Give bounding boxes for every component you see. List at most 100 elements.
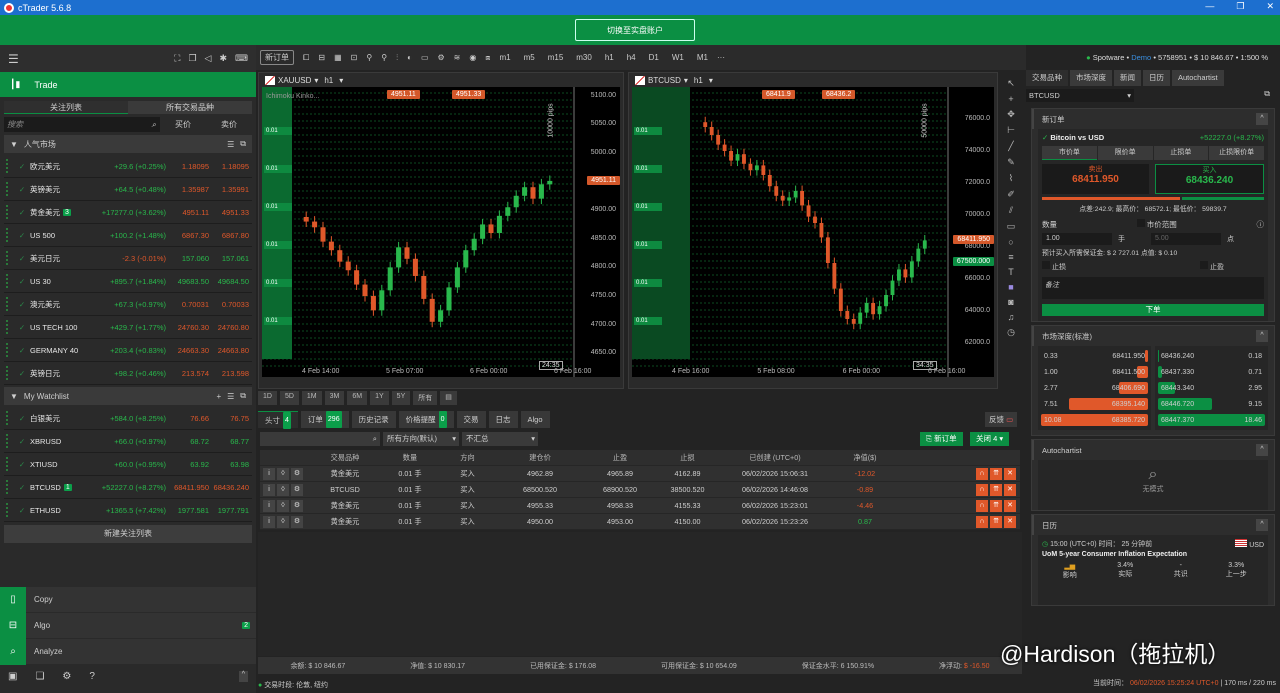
ask-price[interactable]: 68436.240 bbox=[212, 483, 252, 492]
position-marker[interactable]: 0.01 bbox=[264, 165, 292, 173]
depth-row[interactable]: 68436.240 0.18 bbox=[1158, 348, 1265, 364]
new-watchlist-button[interactable]: 新建关注列表 bbox=[4, 525, 252, 543]
sell-button[interactable]: 卖出 68411.950 bbox=[1042, 164, 1149, 194]
screenshot-icon[interactable]: ⛶ bbox=[174, 53, 180, 64]
list-item[interactable]: ✓ US TECH 100 +429.7 (+1.77%) 24760.30 24760… bbox=[4, 316, 252, 339]
timeframe-D1[interactable]: D1 bbox=[649, 53, 659, 62]
bid-price[interactable]: 68411.950 bbox=[172, 483, 212, 492]
layout-icon[interactable]: ☰ bbox=[227, 392, 234, 401]
depth-row[interactable]: 0.33 68411.950 bbox=[1041, 348, 1148, 364]
tab-2[interactable]: 历史记录 bbox=[351, 411, 396, 428]
info-icon[interactable]: i bbox=[263, 499, 275, 512]
double-icon[interactable]: ⇈ bbox=[990, 467, 1002, 480]
timeframe-W1[interactable]: W1 bbox=[672, 53, 684, 62]
close-position-icon[interactable]: ✕ bbox=[1004, 515, 1016, 528]
timeframe-m5[interactable]: m5 bbox=[524, 53, 535, 62]
order-price-tag[interactable]: 67500.000 bbox=[952, 257, 994, 266]
tab-3[interactable]: 价格提醒 0 bbox=[398, 411, 454, 428]
note-input[interactable]: 备注 bbox=[1042, 277, 1264, 299]
close-position-icon[interactable]: ✕ bbox=[1004, 467, 1016, 480]
table-row[interactable]: i ◊ ⚙ 黄金美元 0.01 手 买入 4955.33 4958.33 4155.33 06/0… bbox=[260, 498, 1020, 514]
ask-price[interactable]: 1.18095 bbox=[212, 162, 252, 171]
take-profit-checkbox[interactable] bbox=[1200, 261, 1209, 269]
place-order-button[interactable]: 下单 bbox=[1042, 304, 1264, 316]
popular-markets-header[interactable]: ▼ 人气市场 ☰ ⧉ bbox=[4, 135, 252, 153]
position-marker[interactable]: 0.01 bbox=[264, 127, 292, 135]
market-range-checkbox[interactable] bbox=[1136, 219, 1145, 227]
ask-price[interactable]: 0.70033 bbox=[212, 300, 252, 309]
info-icon[interactable]: i bbox=[263, 467, 275, 480]
range-button[interactable]: 5D bbox=[279, 391, 299, 405]
position-marker[interactable]: 0.01 bbox=[264, 279, 292, 287]
protection-icon[interactable]: ◊ bbox=[277, 467, 289, 480]
range-button[interactable]: 1M bbox=[301, 391, 322, 405]
range-button[interactable]: 3M bbox=[324, 391, 345, 405]
deposit-icon[interactable]: ▣ bbox=[8, 671, 17, 682]
table-row[interactable]: i ◊ ⚙ 黄金美元 0.01 手 买入 4962.89 4965.89 4162.89 06/0… bbox=[260, 466, 1020, 482]
info-icon[interactable]: i bbox=[263, 483, 275, 496]
chart-timeframe[interactable]: h1 bbox=[324, 76, 333, 85]
layout-icon[interactable]: ⊟ bbox=[318, 53, 325, 62]
maximize-button[interactable]: ❐ bbox=[1236, 1, 1244, 12]
ask-price[interactable]: 157.061 bbox=[212, 254, 252, 263]
my-watchlist-header[interactable]: ▼ My Watchlist + ☰ ⧉ bbox=[4, 387, 252, 405]
keyboard-icon[interactable]: ⌨ bbox=[235, 53, 248, 64]
list-item[interactable]: ✓ 澳元美元 +67.3 (+0.97%) 0.70031 0.70033 bbox=[4, 293, 252, 316]
chart-btcusd[interactable]: BTCUSD ▾ h1 ▾ 76000.0 74000.0 72000.0 70000.0 68… bbox=[628, 72, 998, 389]
sell-price-box[interactable]: 68411.9 bbox=[762, 90, 795, 99]
list-item[interactable]: ✓ 欧元美元 +29.6 (+0.25%) 1.18095 1.18095 bbox=[4, 155, 252, 178]
help-icon[interactable]: ? bbox=[89, 671, 95, 682]
settings-icon[interactable]: ⚙ bbox=[291, 499, 303, 512]
ask-price[interactable]: 1977.791 bbox=[212, 506, 252, 515]
bid-price[interactable]: 24663.30 bbox=[172, 346, 212, 355]
collapse-triangle-icon[interactable]: ▼ bbox=[10, 140, 18, 149]
layout-icon[interactable]: ☰ bbox=[227, 140, 234, 149]
depth-row[interactable]: 68443.340 2.95 bbox=[1158, 380, 1265, 396]
position-marker[interactable]: 0.01 bbox=[634, 317, 662, 325]
bid-price[interactable]: 1977.581 bbox=[172, 506, 212, 515]
position-marker[interactable]: 0.01 bbox=[634, 279, 662, 287]
tab-watchlist[interactable]: 关注列表 bbox=[4, 101, 128, 114]
info-icon[interactable]: ⓘ bbox=[1257, 219, 1265, 230]
range-input[interactable]: 5.00 bbox=[1151, 233, 1221, 245]
zoom-out-icon[interactable]: ⚲ bbox=[381, 53, 387, 62]
symbol-select[interactable]: BTCUSD ▾ bbox=[1026, 89, 1134, 102]
list-item[interactable]: ✓ ETHUSD +1365.5 (+7.42%) 1977.581 1977.791 bbox=[4, 499, 252, 522]
right-tab[interactable]: 新闻 bbox=[1114, 70, 1141, 86]
bid-price[interactable]: 76.66 bbox=[172, 414, 212, 423]
account-info[interactable]: ● Spotware • Demo • 5758951 • $ 10 846.6… bbox=[1026, 45, 1280, 70]
sentiment-icon[interactable]: ◐ bbox=[407, 53, 412, 62]
depth-row[interactable]: 10.08 68385.720 bbox=[1041, 412, 1148, 428]
ask-price[interactable]: 24760.80 bbox=[212, 323, 252, 332]
clock-icon[interactable]: ◷ bbox=[1007, 327, 1015, 338]
info-icon[interactable]: i bbox=[263, 515, 275, 528]
position-marker[interactable]: 0.01 bbox=[634, 165, 662, 173]
sidebar-item-analyze[interactable]: ⌕ Analyze bbox=[0, 638, 256, 665]
timeframe-h1[interactable]: h1 bbox=[605, 53, 614, 62]
list-item[interactable]: ✓ 黄金美元 3 +17277.0 (+3.62%) 4951.11 4951.33 bbox=[4, 201, 252, 224]
list-item[interactable]: ✓ 英镑美元 +64.5 (+0.48%) 1.35987 1.35991 bbox=[4, 178, 252, 201]
camera-icon[interactable]: ◙ bbox=[1008, 297, 1013, 307]
double-icon[interactable]: ⇈ bbox=[990, 499, 1002, 512]
grid-icon[interactable]: ▦ bbox=[334, 53, 342, 62]
depth-row[interactable]: 68446.720 9.15 bbox=[1158, 396, 1265, 412]
tab-5[interactable]: 日志 bbox=[488, 411, 518, 428]
trend-line-icon[interactable]: ╱ bbox=[1008, 141, 1013, 152]
collapse-up-icon[interactable]: ^ bbox=[238, 671, 248, 682]
bid-price[interactable]: 0.70031 bbox=[172, 300, 212, 309]
list-item[interactable]: ✓ 白银美元 +584.0 (+8.25%) 76.66 76.75 bbox=[4, 407, 252, 430]
sound-icon[interactable]: ◁ bbox=[205, 53, 212, 64]
list-item[interactable]: ✓ XTIUSD +60.0 (+0.95%) 63.92 63.98 bbox=[4, 453, 252, 476]
position-marker[interactable]: 0.01 bbox=[264, 203, 292, 211]
buy-button[interactable]: 买入 68436.240 bbox=[1155, 164, 1264, 194]
bid-price[interactable]: 1.35987 bbox=[172, 185, 212, 194]
collapse-icon[interactable]: ^ bbox=[1256, 113, 1268, 125]
reverse-icon[interactable]: ∩ bbox=[976, 467, 988, 480]
pencil-icon[interactable]: ✐ bbox=[1007, 189, 1015, 200]
dropdown-arrow-icon[interactable]: ▾ bbox=[709, 76, 713, 85]
symbol-search-input[interactable]: 搜索 ⌕ bbox=[4, 117, 160, 132]
calendar-event[interactable]: ◷ 15:00 (UTC+0) 时间： 25 分钟前 USD UoM 5-yea… bbox=[1038, 535, 1268, 605]
feedback-button[interactable]: 反馈 ▭ bbox=[985, 412, 1018, 427]
popout-icon[interactable]: ⧉ bbox=[240, 391, 246, 401]
bot-icon[interactable]: ▭ bbox=[421, 53, 429, 62]
